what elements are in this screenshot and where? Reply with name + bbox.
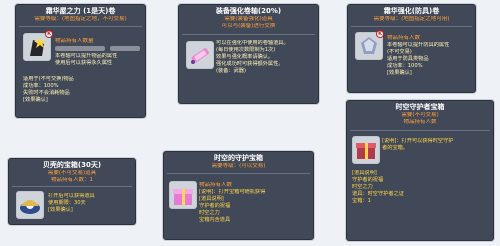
item-tooltip-card: 贝壳的宝箱(30天) 需要(不可交易)道具 物品持有人数：1 打开后可以获得道具… <box>7 157 137 226</box>
item-desc-line: 宝箱内含道具 <box>199 216 231 223</box>
item-desc-line: [道具说明] <box>199 195 224 202</box>
item-tooltip-card: 霜华强化(防具)卷 需要等级：(地图指定之地可用) K 物品持有人数 本卷轴可以… <box>346 3 477 94</box>
item-desc-line: 使用后可以获得永久属性 <box>55 59 113 66</box>
item-tooltip-card: 装备强化卷轴(20%) 需要(装备强化)道具 可以与(装备)进行交换 可以在强化… <box>177 3 320 105</box>
item-desc-line: 打开后可以获得道具 <box>48 193 95 199</box>
item-desc-line: 守护者的祝福 <box>199 202 231 209</box>
item-desc-line: 成功率：100% <box>23 82 59 89</box>
gift-box-icon <box>169 181 197 209</box>
item-desc-line: 成功率：100% <box>387 62 423 69</box>
item-desc-line: 适用于(不可交换)物品 <box>23 76 74 82</box>
item-desc-line: 适用于防具类物品 <box>387 55 429 62</box>
item-desc-line: 宝箱：1 <box>352 197 371 204</box>
shell-pearl-icon <box>16 191 44 219</box>
item-desc-line: [说明]：打开可以获得时空守护 <box>382 138 454 144</box>
item-title: 霜华屋之力 (1是天)卷 <box>45 7 116 15</box>
item-tooltip-card: 霜华屋之力 (1是天)卷 需要等级：(地图指定之地，不可交易) K 物品持有人数… <box>14 3 147 119</box>
item-desc-line: 道具：时空守护者之证 <box>352 190 404 197</box>
item-desc-line: 可以在强化中使用的卷轴道具。 <box>216 40 289 46</box>
item-owner-count: 物品持有人数 <box>403 118 437 125</box>
red-box-icon <box>352 136 380 164</box>
item-owner-count: 物品持有人数：1 <box>51 176 93 183</box>
item-desc-line: 本卷轴可以提升物品的属性 <box>55 53 118 59</box>
scroll-icon <box>186 41 214 69</box>
item-tooltip-card: 时空守护者宝箱 需要(不可交易) 物品持有人数 [说明]：打开可以获得时空守护 … <box>345 99 495 242</box>
item-desc-line: 强化成功时可获得额外属性。 <box>216 60 284 67</box>
item-owner-count: 物品持有人数 <box>387 35 421 41</box>
item-desc-line: [效果确认] <box>23 96 48 103</box>
item-trade-info: 可以与(装备)进行交换 <box>221 22 276 29</box>
item-desc-line: 使用期限：30天 <box>48 199 86 206</box>
item-owner-count: 物品持有人数 <box>199 182 233 188</box>
item-tooltip-card: 时空的守护宝箱 需要等级：(可以交易) 物品持有人数 [说明]：打开宝箱可随机获… <box>162 150 315 241</box>
item-desc-line: 失败时不会消耗物品 <box>23 89 70 96</box>
item-desc-line: (装备：武器) <box>216 67 246 74</box>
item-desc-line: (每日使用次数限制为1次) <box>216 46 276 53</box>
item-requirement: 需要等级：(地图指定之地，不可交易) <box>34 15 127 22</box>
item-title: 贝壳的宝箱(30天) <box>42 161 102 169</box>
item-desc-line: (不可交易) <box>387 48 412 55</box>
item-desc-line: 本卷轴可以提升防具的属性 <box>387 42 450 48</box>
item-desc-line: 效果与强化概率请确认。 <box>216 53 274 60</box>
item-desc-line: [道具说明] <box>352 170 377 176</box>
item-owner-count: 物品持有人数量 <box>55 38 94 44</box>
item-requirement: 需要(不可交易)道具 <box>47 169 97 176</box>
item-desc-line: [效果确认] <box>48 206 73 213</box>
item-title: 霜华强化(防具)卷 <box>383 7 440 15</box>
item-desc-line: 守护者的祝福 <box>352 176 384 183</box>
item-desc-line: 者的宝箱。 <box>382 144 408 151</box>
item-title: 时空守护者宝箱 <box>395 103 445 111</box>
item-title: 装备强化卷轴(20%) <box>215 7 282 15</box>
item-requirement: 需要等级：(地图指定之地可用) <box>373 15 450 22</box>
badge-icon: K <box>376 30 384 38</box>
item-desc-line: [效果确认] <box>387 69 412 76</box>
badge-icon: K <box>45 30 53 38</box>
item-title: 时空的守护宝箱 <box>214 154 263 162</box>
item-requirement: 需要(不可交易) <box>401 111 439 118</box>
item-desc-line: [说明]：打开宝箱可随机获得 <box>199 189 266 195</box>
item-desc-line: 时空之力 <box>352 183 373 190</box>
item-requirement: 需要(装备强化)道具 <box>224 15 273 22</box>
item-desc-line: 时空之力 <box>199 209 220 216</box>
item-requirement: 需要等级：(可以交易) <box>211 162 266 169</box>
